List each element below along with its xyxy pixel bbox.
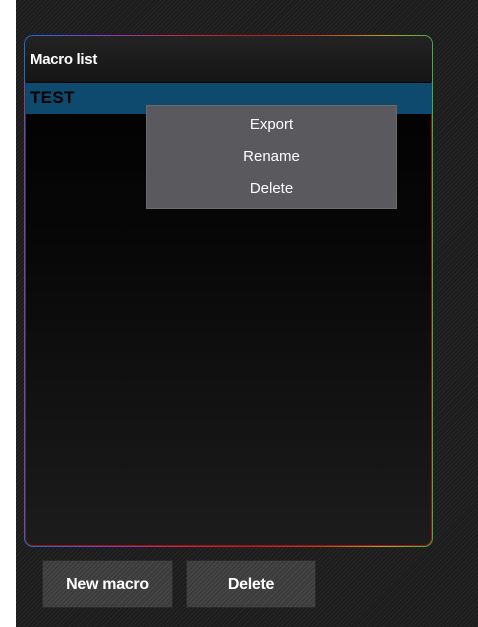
context-menu: Export Rename Delete [147,106,396,208]
panel-header: Macro list [25,36,432,82]
list-item-label: TEST [30,88,75,107]
menu-item-rename[interactable]: Rename [147,142,396,172]
delete-button[interactable]: Delete [186,560,316,608]
menu-item-delete[interactable]: Delete [147,174,396,204]
new-macro-button[interactable]: New macro [42,560,173,608]
menu-item-export[interactable]: Export [147,110,396,140]
panel-title: Macro list [30,51,98,68]
